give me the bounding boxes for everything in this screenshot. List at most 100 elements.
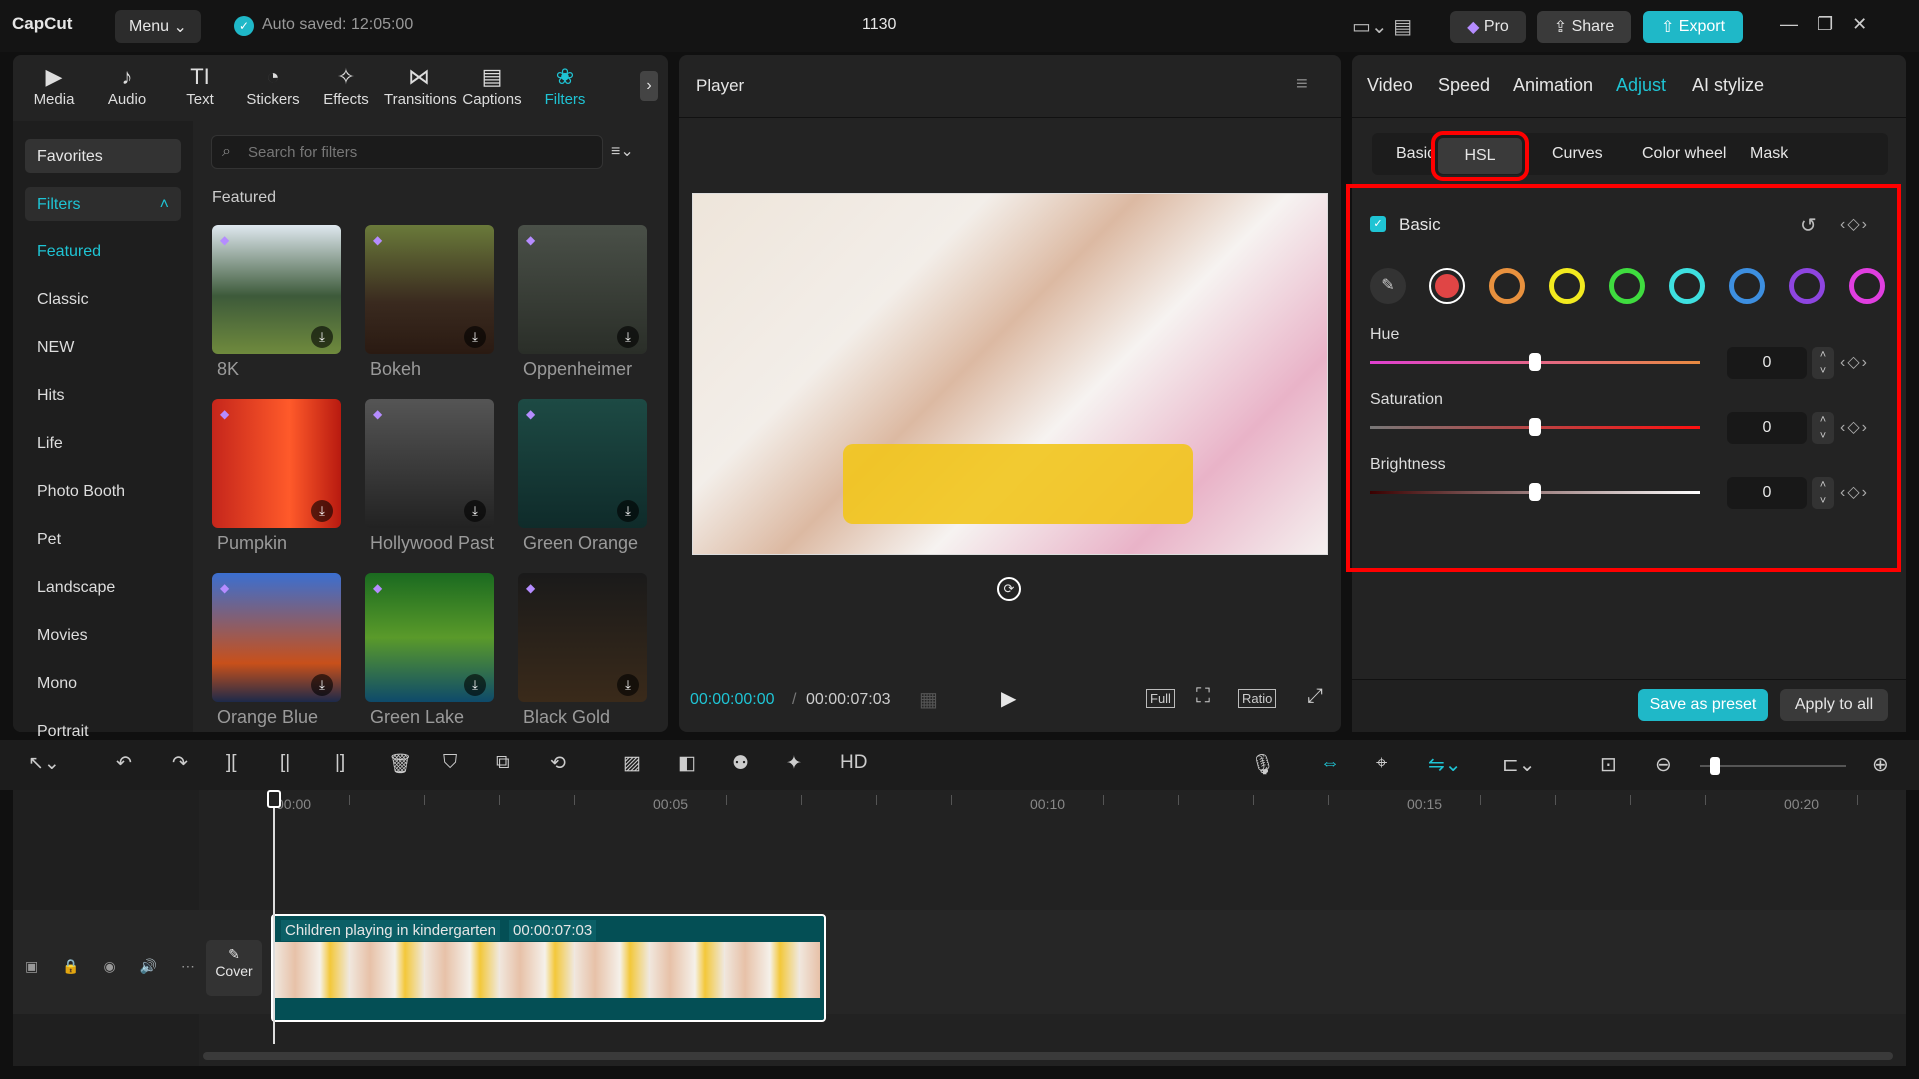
window-controls[interactable]: — ❐ ✕	[1780, 14, 1867, 35]
download-icon[interactable]: ⤓	[464, 326, 486, 348]
tab-speed[interactable]: Speed	[1438, 75, 1490, 96]
tab-media[interactable]: ▶ Media	[19, 63, 89, 108]
category-pet[interactable]: Pet	[37, 531, 61, 549]
stepper-icon[interactable]: ˄ ˅	[1812, 477, 1834, 509]
mirror-icon[interactable]: ⟲	[550, 752, 566, 775]
stepper-icon[interactable]: ˄ ˅	[1812, 412, 1834, 444]
project-name[interactable]: 1130	[862, 16, 896, 34]
split-icon[interactable]: ][	[226, 752, 237, 774]
fullscreen-icon[interactable]: ⤢	[1307, 685, 1323, 708]
stepper-icon[interactable]: ˄ ˅	[1812, 347, 1834, 379]
reset-icon[interactable]: ↺	[1800, 213, 1817, 238]
hue-value-input[interactable]: 0	[1727, 347, 1807, 379]
tab-text[interactable]: TI Text	[165, 63, 235, 108]
tab-animation[interactable]: Animation	[1513, 75, 1593, 96]
category-movies[interactable]: Movies	[37, 627, 88, 645]
share-button[interactable]: ⇪ Share	[1537, 11, 1631, 43]
grid-icon[interactable]: ▦	[919, 687, 938, 712]
apply-to-all-button[interactable]: Apply to all	[1780, 689, 1888, 721]
ai-person-icon[interactable]: ⚉	[732, 752, 749, 775]
color-swatch[interactable]	[1669, 268, 1705, 304]
select-icon[interactable]: ↖⌄	[28, 752, 60, 775]
zoom-out-icon[interactable]: ⊖	[1655, 752, 1672, 777]
redo-icon[interactable]: ↷	[172, 752, 188, 775]
delete-icon[interactable]: 🗑	[388, 752, 412, 776]
brightness-value-input[interactable]: 0	[1727, 477, 1807, 509]
category-life[interactable]: Life	[37, 435, 63, 453]
cover-button[interactable]: ✎ Cover	[206, 940, 262, 996]
pro-button[interactable]: ◆ Pro	[1450, 11, 1526, 43]
tab-effects[interactable]: ✧ Effects	[311, 63, 381, 108]
slider-handle[interactable]	[1529, 353, 1541, 371]
magic-icon[interactable]: ✦	[786, 752, 802, 775]
favorites-item[interactable]: Favorites	[25, 139, 181, 173]
hd-icon[interactable]: HD	[840, 752, 867, 774]
filter-thumbnail[interactable]: ◆ ⤓	[365, 573, 494, 702]
eyedropper-icon[interactable]: ✎	[1370, 268, 1406, 304]
tab-adjust[interactable]: Adjust	[1616, 75, 1666, 96]
saturation-value-input[interactable]: 0	[1727, 412, 1807, 444]
tab-audio[interactable]: ♪ Audio	[92, 63, 162, 108]
split-right-icon[interactable]: |]	[335, 752, 345, 774]
undo-icon[interactable]: ↶	[116, 752, 132, 775]
tab-ai-stylize[interactable]: AI stylize	[1692, 75, 1764, 96]
download-icon[interactable]: ⤓	[464, 674, 486, 696]
filter-thumbnail[interactable]: ◆ ⤓	[212, 399, 341, 528]
filter-thumbnail[interactable]: ◆ ⤓	[518, 573, 647, 702]
slider-handle[interactable]	[1529, 483, 1541, 501]
download-icon[interactable]: ⤓	[617, 674, 639, 696]
tabs-next-button[interactable]: ›	[640, 71, 658, 101]
color-swatch[interactable]	[1549, 268, 1585, 304]
tab-captions[interactable]: ▤ Captions	[457, 63, 527, 108]
player-menu-icon[interactable]: ≡	[1296, 73, 1308, 96]
keyframe-icon[interactable]: ‹◇›	[1840, 417, 1869, 437]
tab-filters[interactable]: ❀ Filters	[530, 63, 600, 108]
playhead[interactable]	[273, 790, 275, 1044]
microphone-icon[interactable]: 🎙	[1250, 752, 1275, 777]
export-button[interactable]: ⇧ Export	[1643, 11, 1743, 43]
download-icon[interactable]: ⤓	[617, 500, 639, 522]
video-clip[interactable]: Children playing in kindergarten 00:00:0…	[271, 914, 826, 1022]
download-icon[interactable]: ⤓	[464, 500, 486, 522]
category-featured[interactable]: Featured	[37, 243, 101, 261]
filter-thumbnail[interactable]: ◆ ⤓	[365, 225, 494, 354]
color-swatch[interactable]	[1729, 268, 1765, 304]
category-photo-booth[interactable]: Photo Booth	[37, 483, 125, 501]
freeze-icon[interactable]: ◧	[678, 752, 696, 775]
play-button[interactable]: ▶	[1001, 686, 1016, 711]
filter-thumbnail[interactable]: ◆ ⤓	[365, 399, 494, 528]
horizontal-scrollbar[interactable]	[203, 1052, 1893, 1060]
tab-video[interactable]: Video	[1367, 75, 1413, 96]
filter-thumbnail[interactable]: ◆ ⤓	[518, 225, 647, 354]
color-swatch[interactable]	[1849, 268, 1885, 304]
snap-icon[interactable]: ⌖	[1376, 752, 1387, 775]
subtab-curves[interactable]: Curves	[1552, 145, 1603, 163]
slider-handle[interactable]	[1529, 418, 1541, 436]
category-classic[interactable]: Classic	[37, 291, 89, 309]
download-icon[interactable]: ⤓	[311, 674, 333, 696]
full-button[interactable]: Full	[1146, 689, 1175, 708]
color-swatch[interactable]	[1489, 268, 1525, 304]
category-new[interactable]: NEW	[37, 339, 74, 357]
zoom-slider[interactable]	[1700, 765, 1846, 767]
keyframe-icon[interactable]: ‹◇›	[1840, 482, 1869, 502]
playhead-handle[interactable]	[267, 790, 281, 808]
tab-transitions[interactable]: ⋈ Transitions	[384, 63, 457, 108]
search-input[interactable]: ⌕ Search for filters	[211, 135, 603, 169]
category-portrait[interactable]: Portrait	[37, 723, 89, 741]
download-icon[interactable]: ⤓	[311, 326, 333, 348]
rotate-icon[interactable]: ⟳	[997, 577, 1021, 601]
category-landscape[interactable]: Landscape	[37, 579, 115, 597]
subtab-color-wheel[interactable]: Color wheel	[1642, 145, 1726, 163]
track-controls[interactable]: ▣ 🔒 ◉ 🔊 ⋯	[25, 958, 195, 975]
color-swatch[interactable]	[1609, 268, 1645, 304]
filter-thumbnail[interactable]: ◆ ⤓	[212, 225, 341, 354]
subtab-mask[interactable]: Mask	[1750, 145, 1788, 163]
keyframe-icon[interactable]: ‹◇›	[1840, 214, 1869, 234]
category-mono[interactable]: Mono	[37, 675, 77, 693]
menu-button[interactable]: Menu ⌄	[115, 10, 201, 43]
preview-axis-icon[interactable]: ⊏⌄	[1502, 752, 1536, 777]
subtab-hsl[interactable]: HSL	[1431, 131, 1529, 181]
crop-icon[interactable]: ⧉	[496, 752, 510, 774]
remove-bg-icon[interactable]: ▨	[623, 752, 641, 775]
